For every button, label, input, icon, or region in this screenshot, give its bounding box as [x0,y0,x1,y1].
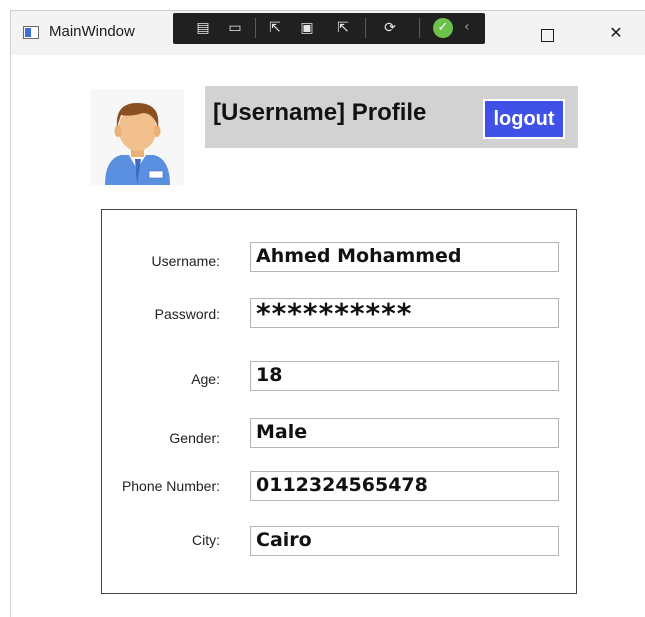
select-element-icon[interactable]: ⇱ [265,19,285,37]
hot-reload-icon[interactable]: ⟳ [380,19,400,37]
user-avatar-icon [105,103,170,185]
password-field[interactable]: ********** [250,298,559,328]
close-icon[interactable]: ✕ [601,19,631,47]
profile-header: [Username] Profile logout [205,86,578,148]
password-label: Password: [154,306,220,322]
binding-ok-icon[interactable]: ✓ [433,18,453,38]
toolbar-divider [365,18,366,38]
avatar [91,89,184,185]
username-label: Username: [151,253,220,269]
live-visual-tree-icon[interactable]: ▤ [193,19,213,37]
age-field[interactable]: 18 [250,361,559,391]
track-focus-icon[interactable]: ⇱ [333,19,353,37]
age-label: Age: [191,371,220,387]
profile-form: Username: Ahmed Mohammed Password: *****… [101,209,577,594]
window-title: MainWindow [49,23,135,40]
record-icon[interactable]: ▭ [225,19,245,37]
display-layout-adorners-icon[interactable]: ▣ [297,19,317,37]
gender-label: Gender: [169,430,220,446]
toolbar-divider [255,18,256,38]
city-field[interactable]: Cairo [250,526,559,556]
title-bar: MainWindow ▤ ▭ ⇱ ▣ ⇱ ⟳ ✓ ‹ ✕ [11,11,645,55]
page-title: [Username] Profile [213,99,427,126]
xaml-debug-toolbar: ▤ ▭ ⇱ ▣ ⇱ ⟳ ✓ ‹ [173,13,485,44]
gender-field[interactable]: Male [250,418,559,448]
phone-number-field[interactable]: 0112324565478 [250,471,559,501]
collapse-icon[interactable]: ‹ [464,19,470,35]
toolbar-divider [419,18,420,38]
username-field[interactable]: Ahmed Mohammed [250,242,559,272]
maximize-icon[interactable] [541,29,554,42]
city-label: City: [192,532,220,548]
app-window-icon [23,26,39,39]
logout-button[interactable]: logout [483,99,565,139]
phone-number-label: Phone Number: [121,478,220,494]
main-window: MainWindow ▤ ▭ ⇱ ▣ ⇱ ⟳ ✓ ‹ ✕ [Username] … [10,10,645,617]
